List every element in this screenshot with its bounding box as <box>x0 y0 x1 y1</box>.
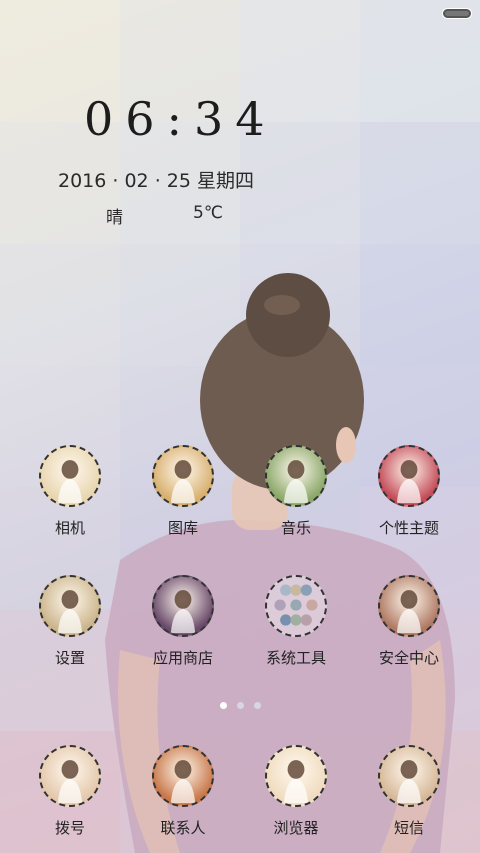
app-label: 个性主题 <box>378 519 439 537</box>
app-label: 安全中心 <box>378 649 439 667</box>
messages-icon <box>378 745 440 807</box>
system-tools-folder-icon <box>265 575 327 637</box>
lock-date: 2016 · 02 · 25 星期四 <box>58 170 254 192</box>
messages-app[interactable]: 短信 <box>354 745 464 838</box>
security-center-icon <box>378 575 440 637</box>
app-label: 短信 <box>393 819 424 837</box>
lock-clock: 06:34 <box>84 92 277 146</box>
page-indicator <box>0 702 480 709</box>
app-label: 应用商店 <box>152 649 213 667</box>
app-label: 图库 <box>167 519 198 537</box>
settings-app[interactable]: 设置 <box>15 575 125 668</box>
music-app[interactable]: 音乐 <box>241 445 351 538</box>
app-label: 相机 <box>54 519 85 537</box>
browser-app[interactable]: 浏览器 <box>241 745 351 838</box>
weather-temperature: 5℃ <box>193 203 223 223</box>
weather-condition: 晴 <box>106 208 123 228</box>
security-center-app[interactable]: 安全中心 <box>354 575 464 668</box>
dialer-icon <box>39 745 101 807</box>
music-icon <box>265 445 327 507</box>
dialer-app[interactable]: 拨号 <box>15 745 125 838</box>
system-tools-folder-app[interactable]: 系统工具 <box>241 575 351 668</box>
settings-icon <box>39 575 101 637</box>
app-label: 系统工具 <box>265 649 326 667</box>
weather-widget[interactable]: 晴 5℃ <box>106 203 223 228</box>
app-label: 音乐 <box>280 519 311 537</box>
app-label: 浏览器 <box>273 819 319 837</box>
app-label: 设置 <box>54 649 85 667</box>
battery-icon <box>442 8 472 19</box>
page-dot <box>253 702 261 709</box>
app-store-icon <box>152 575 214 637</box>
camera-icon <box>39 445 101 507</box>
browser-icon <box>265 745 327 807</box>
gallery-app[interactable]: 图库 <box>128 445 238 538</box>
contacts-icon <box>152 745 214 807</box>
gallery-icon <box>152 445 214 507</box>
page-dot <box>236 702 244 709</box>
theme-icon <box>378 445 440 507</box>
camera-app[interactable]: 相机 <box>15 445 125 538</box>
app-label: 拨号 <box>54 819 85 837</box>
page-dot <box>219 702 227 709</box>
theme-app[interactable]: 个性主题 <box>354 445 464 538</box>
app-store-app[interactable]: 应用商店 <box>128 575 238 668</box>
app-label: 联系人 <box>160 819 206 837</box>
contacts-app[interactable]: 联系人 <box>128 745 238 838</box>
